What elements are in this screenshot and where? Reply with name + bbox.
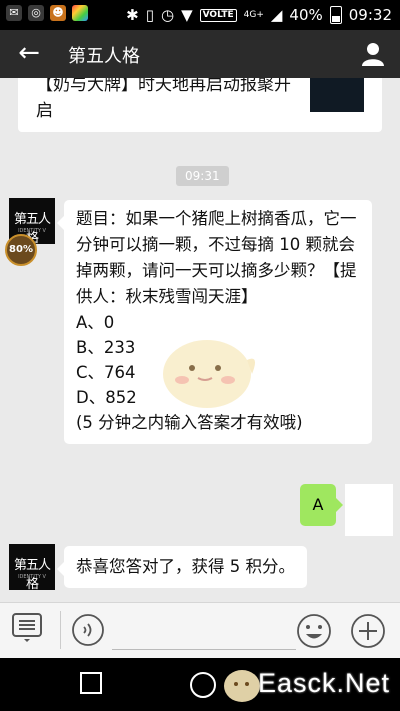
avatar-logo-subtext: IDENTITY V [18, 228, 46, 234]
status-indicators: ✱ ▯ ◷ ▼ VOLTE 4G+ ◢ 40% 09:32 [126, 6, 392, 24]
profile-icon[interactable] [358, 39, 388, 69]
home-icon[interactable] [190, 672, 216, 698]
battery-percent: 40% [289, 6, 323, 24]
game-icon: ☻ [50, 5, 66, 21]
alarm-icon: ◷ [160, 6, 175, 24]
notification-icons: ✉ ◎ ☻ [6, 5, 88, 21]
timestamp: 09:31 [176, 166, 229, 186]
chat-area[interactable]: 【奶与大牌】时天地再启动报聚开启 09:31 第五人格 IDENTITY V 8… [0, 78, 400, 602]
my-answer-text: A [312, 495, 324, 514]
avatar-logo-text-2: 第五人格 [13, 558, 51, 590]
chat-app-icon: ✉ [6, 5, 22, 21]
article-thumbnail [310, 78, 364, 112]
back-arrow-icon[interactable]: ← [14, 38, 44, 68]
voice-icon[interactable] [71, 613, 105, 647]
question-text: 题目：如果一个猪爬上树摘香瓜，它一分钟可以摘一颗，不过每摘 10 颗就会掉两颗，… [76, 209, 357, 306]
site-watermark: Easck.Net [258, 668, 391, 698]
article-title: 【奶与大牌】时天地再启动报聚开启 [36, 78, 291, 121]
divider [60, 611, 61, 649]
emoji-icon[interactable] [296, 613, 332, 649]
wifi-icon: ▼ [181, 6, 193, 24]
battery-icon [329, 6, 342, 24]
mascot-watermark [163, 340, 256, 408]
avatar-logo-subtext-2: IDENTITY V [18, 574, 46, 580]
progress-badge: 80% [5, 234, 37, 266]
message-icon: ◎ [28, 5, 44, 21]
clock: 09:32 [348, 6, 392, 24]
my-answer-bubble[interactable]: A [300, 484, 343, 526]
question-bubble[interactable]: 题目：如果一个猪爬上树摘香瓜，它一分钟可以摘一颗，不过每摘 10 颗就会掉两颗，… [57, 200, 372, 444]
message-input[interactable] [112, 613, 296, 650]
status-bar: ✉ ◎ ☻ ✱ ▯ ◷ ▼ VOLTE 4G+ ◢ 40% 09:32 [0, 0, 400, 30]
input-bar [0, 602, 400, 659]
plus-icon[interactable] [350, 613, 386, 649]
reply-text: 恭喜您答对了，获得 5 积分。 [76, 557, 295, 576]
previous-article-card[interactable]: 【奶与大牌】时天地再启动报聚开启 [18, 78, 382, 132]
bluetooth-icon: ✱ [126, 6, 139, 24]
app-bar: ← 第五人格 [0, 30, 400, 78]
photos-icon [72, 5, 88, 21]
reply-bubble[interactable]: 恭喜您答对了，获得 5 积分。 [57, 546, 307, 588]
page-title: 第五人格 [68, 46, 140, 67]
signal-label: 4G+ [243, 10, 264, 20]
my-avatar[interactable] [345, 484, 393, 536]
vibrate-icon: ▯ [145, 6, 154, 24]
menu-list-icon[interactable] [12, 613, 48, 643]
recent-apps-icon[interactable] [80, 672, 102, 694]
volte-label: VOLTE [199, 8, 237, 22]
account-avatar-2[interactable]: 第五人格 IDENTITY V [9, 544, 55, 590]
signal-icon: ◢ [270, 6, 283, 24]
